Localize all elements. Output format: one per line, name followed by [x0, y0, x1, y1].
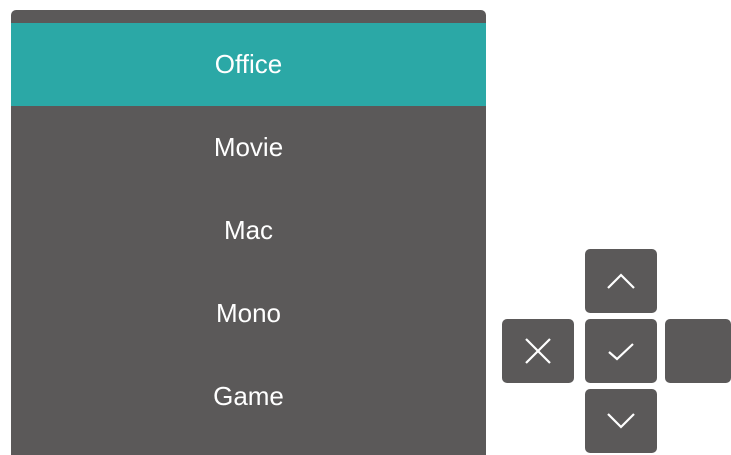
- chevron-down-icon: [607, 413, 635, 429]
- menu-item-label: Movie: [213, 132, 284, 162]
- picture-mode-menu: Office Movie Mac Mono Game: [11, 10, 486, 455]
- close-icon: [525, 338, 551, 364]
- menu-item-game[interactable]: Game: [11, 355, 486, 438]
- right-button[interactable]: [665, 319, 731, 383]
- menu-item-label: Mac: [223, 215, 274, 245]
- up-button[interactable]: [585, 249, 657, 313]
- menu-item-label: Game: [213, 381, 284, 411]
- checkmark-icon: [608, 343, 634, 361]
- menu-item-label: Office: [214, 49, 283, 79]
- chevron-up-icon: [607, 273, 635, 289]
- menu-item-label: Mono: [215, 298, 282, 328]
- menu-item-mono[interactable]: Mono: [11, 272, 486, 355]
- menu-item-movie[interactable]: Movie: [11, 106, 486, 189]
- down-button[interactable]: [585, 389, 657, 453]
- close-button[interactable]: [502, 319, 574, 383]
- menu-list: Office Movie Mac Mono Game: [11, 23, 486, 438]
- menu-item-mac[interactable]: Mac: [11, 189, 486, 272]
- menu-item-office[interactable]: Office: [11, 23, 486, 106]
- confirm-button[interactable]: [585, 319, 657, 383]
